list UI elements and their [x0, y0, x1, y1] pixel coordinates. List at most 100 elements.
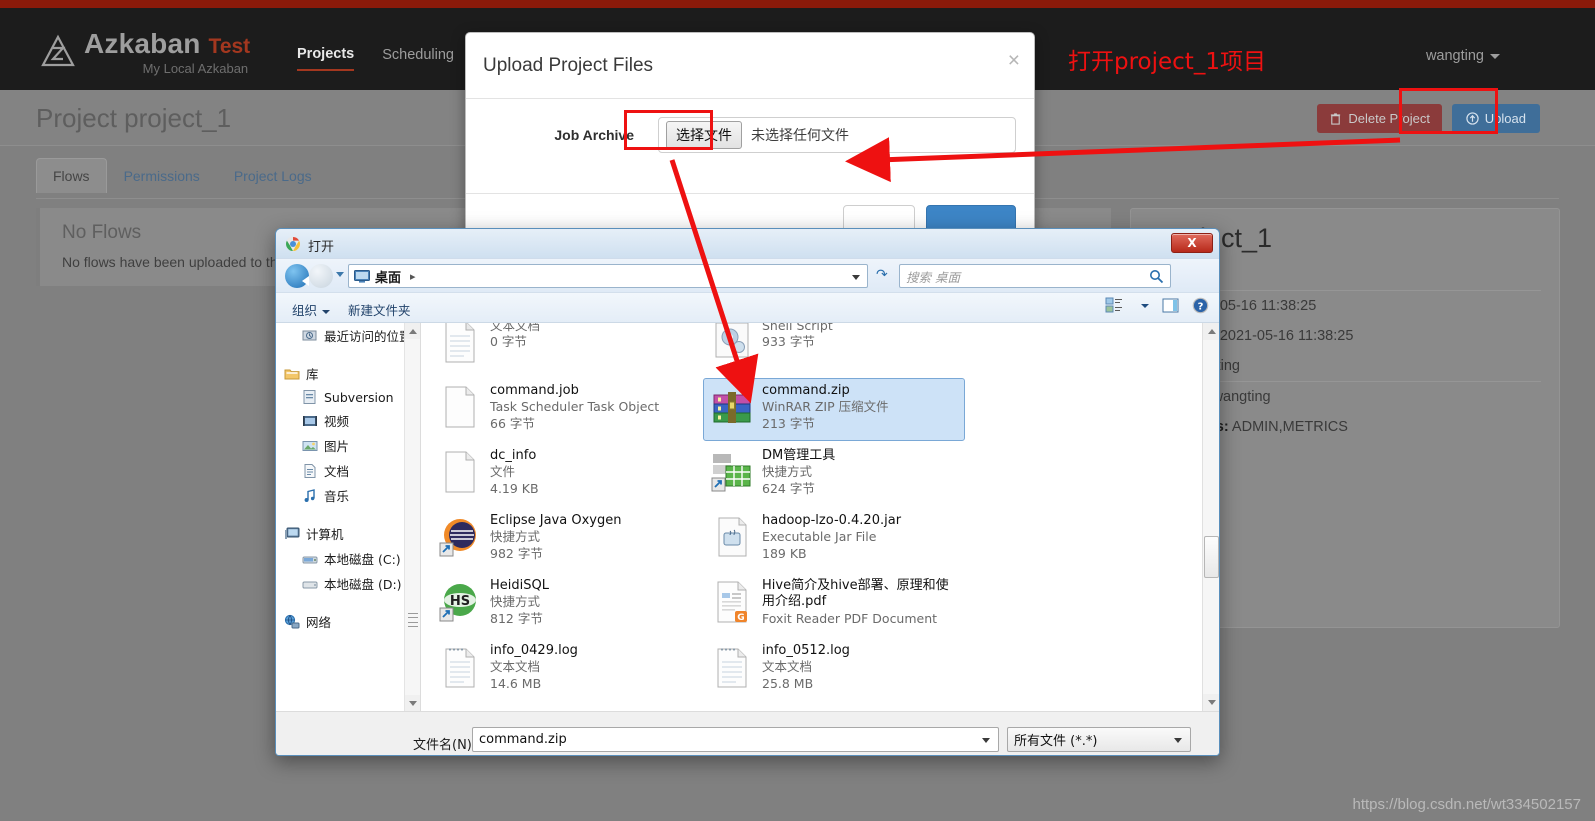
- annotation-note: 打开project_1项目: [1068, 49, 1266, 75]
- file-item[interactable]: info_0512.log 文本文档 25.8 MB: [703, 638, 965, 701]
- scroll-down-icon[interactable]: [1203, 694, 1219, 711]
- history-dropdown-icon[interactable]: [336, 272, 344, 277]
- back-arrow-icon[interactable]: [285, 264, 309, 288]
- nav-links: Projects Scheduling E: [297, 46, 492, 71]
- file-item[interactable]: hadoop-lzo-0.4.20.jar Executable Jar Fil…: [703, 508, 965, 571]
- scroll-thumb-grip[interactable]: [408, 613, 418, 627]
- place-computer[interactable]: 计算机: [284, 521, 420, 546]
- chevron-down-icon: [1490, 53, 1500, 59]
- file-item[interactable]: HS HeidiSQL 快捷方式 812 字节: [431, 573, 693, 636]
- dialog-navbar: 桌面 ▸ ↷ 搜索 桌面: [276, 259, 1219, 293]
- file-list-scrollbar[interactable]: [1202, 323, 1219, 711]
- nav-item-scheduling[interactable]: Scheduling: [382, 47, 454, 70]
- dialog-titlebar: 打开 X: [276, 229, 1219, 259]
- modal-header: Upload Project Files ×: [466, 33, 1034, 99]
- file-open-dialog: 打开 X 桌面 ▸ ↷ 搜索 桌面 组织 新建文件夹 ? 最近访问的位置 库 S…: [275, 228, 1220, 756]
- heidisql-shortcut-icon: HS: [439, 584, 476, 622]
- place-documents[interactable]: 文档: [284, 458, 420, 483]
- file-type: Foxit Reader PDF Document: [762, 610, 938, 626]
- place-drive-c[interactable]: 本地磁盘 (C:): [284, 546, 420, 571]
- organize-label: 组织: [292, 303, 318, 318]
- job-archive-file-input[interactable]: 选择文件 未选择任何文件: [658, 117, 1016, 153]
- place-drive-d[interactable]: 本地磁盘 (D:): [284, 571, 420, 596]
- preview-pane-icon[interactable]: [1162, 297, 1179, 314]
- address-bar[interactable]: 桌面 ▸: [348, 264, 868, 288]
- refresh-icon[interactable]: ↷: [876, 267, 888, 283]
- brand[interactable]: Azkaban Test My Local Azkaban: [40, 30, 250, 75]
- file-name: Hive简介及hive部署、原理和使用介绍.pdf: [762, 578, 949, 610]
- file-item[interactable]: 文本文档 0 字节: [431, 323, 693, 376]
- chevron-down-icon[interactable]: [982, 738, 990, 743]
- tab-flows[interactable]: Flows: [36, 158, 107, 193]
- file-grid: 文本文档 0 字节 Shell Script 933 字节 command.jo…: [421, 323, 1193, 703]
- job-archive-label: Job Archive: [554, 127, 634, 143]
- scroll-thumb[interactable]: [1204, 536, 1219, 578]
- file-item[interactable]: info_0429.log 文本文档 14.6 MB: [431, 638, 693, 701]
- tab-permissions[interactable]: Permissions: [107, 158, 217, 193]
- chevron-down-icon[interactable]: [1141, 303, 1149, 308]
- file-item[interactable]: Eclipse Java Oxygen 快捷方式 982 字节: [431, 508, 693, 571]
- file-name: info_0429.log: [490, 643, 578, 658]
- nav-item-projects[interactable]: Projects: [297, 46, 355, 71]
- file-type: 快捷方式: [762, 464, 813, 480]
- chevron-down-icon[interactable]: [1174, 738, 1182, 743]
- view-layout-icon[interactable]: [1105, 297, 1123, 314]
- close-icon[interactable]: ×: [1008, 50, 1020, 71]
- place-label: 文档: [324, 464, 350, 479]
- file-size: 14.6 MB: [490, 675, 542, 691]
- file-item[interactable]: Shell Script 933 字节: [703, 323, 965, 376]
- computer-icon: [285, 527, 300, 539]
- file-type: 文本文档: [490, 659, 541, 675]
- file-item-selected[interactable]: command.zip WinRAR ZIP 压缩文件 213 字节: [703, 378, 965, 441]
- close-icon[interactable]: X: [1171, 233, 1213, 253]
- winrar-zip-icon: [713, 392, 751, 423]
- organize-menu-button[interactable]: 组织: [292, 300, 331, 319]
- filetype-select[interactable]: 所有文件 (*.*): [1007, 727, 1191, 752]
- subversion-icon: [303, 390, 316, 404]
- file-size: 66 字节: [490, 415, 535, 431]
- dialog-main: 最近访问的位置 库 Subversion 视频 图片 文档 音乐 计算机 本地磁…: [276, 323, 1219, 711]
- filename-label: 文件名(N):: [413, 738, 477, 753]
- place-label: 最近访问的位置: [324, 329, 412, 344]
- tab-project-logs[interactable]: Project Logs: [217, 158, 329, 193]
- user-menu[interactable]: wangting: [1426, 48, 1500, 64]
- forward-arrow-icon[interactable]: [309, 264, 333, 288]
- project-tabs: Flows Permissions Project Logs: [36, 158, 329, 193]
- help-icon[interactable]: ?: [1192, 297, 1209, 314]
- delete-project-button[interactable]: Delete Project: [1317, 104, 1442, 133]
- place-label: 图片: [324, 439, 350, 454]
- upload-circle-icon: [1466, 112, 1479, 125]
- search-input[interactable]: 搜索 桌面: [899, 264, 1171, 288]
- address-path: 桌面: [375, 270, 402, 286]
- scroll-down-icon[interactable]: [405, 695, 420, 711]
- file-item[interactable]: command.job Task Scheduler Task Object 6…: [431, 378, 693, 441]
- file-item[interactable]: dc_info 文件 4.19 KB: [431, 443, 693, 506]
- screenshot-root: Azkaban Test My Local Azkaban Projects Sc…: [0, 0, 1595, 821]
- place-label: 网络: [306, 615, 332, 630]
- place-recent[interactable]: 最近访问的位置: [284, 323, 420, 348]
- place-music[interactable]: 音乐: [284, 483, 420, 508]
- place-subversion[interactable]: Subversion: [284, 386, 420, 408]
- sidebar-scrollbar[interactable]: [404, 323, 420, 711]
- generic-file-icon: [445, 451, 475, 493]
- pdf-file-icon: G: [717, 581, 747, 623]
- upload-button[interactable]: Upload: [1451, 104, 1540, 133]
- file-item[interactable]: G Hive简介及hive部署、原理和使用介绍.pdf Foxit Reader…: [703, 573, 965, 636]
- file-size: 25.8 MB: [762, 675, 814, 691]
- scroll-up-icon[interactable]: [1203, 323, 1219, 340]
- place-pictures[interactable]: 图片: [284, 433, 420, 458]
- chevron-down-icon[interactable]: [852, 275, 860, 280]
- filename-input[interactable]: command.zip: [472, 727, 999, 752]
- file-size: 982 字节: [490, 545, 543, 561]
- file-item[interactable]: DM管理工具 快捷方式 624 字节: [703, 443, 965, 506]
- choose-file-button[interactable]: 选择文件: [666, 121, 742, 149]
- file-name: hadoop-lzo-0.4.20.jar: [762, 513, 902, 528]
- generic-file-icon: [445, 386, 475, 428]
- place-videos[interactable]: 视频: [284, 408, 420, 433]
- new-folder-button[interactable]: 新建文件夹: [348, 300, 411, 319]
- scroll-up-icon[interactable]: [405, 323, 420, 339]
- document-icon: [304, 463, 316, 478]
- place-library[interactable]: 库: [284, 361, 420, 386]
- file-size: 189 KB: [762, 545, 807, 561]
- place-network[interactable]: 网络: [284, 609, 420, 634]
